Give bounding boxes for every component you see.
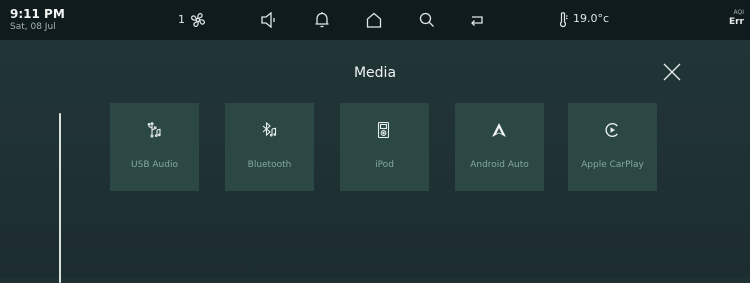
usb-audio-tile[interactable]: USB Audio: [110, 103, 199, 191]
apple-carplay-tile[interactable]: Apple CarPlay: [568, 103, 657, 191]
aqi-label: AQI: [733, 9, 745, 16]
page-title: Media: [353, 65, 397, 81]
back-icon[interactable]: [467, 10, 487, 30]
status-bar: 9:11 PM Sat, 08 Jul 1 19.0°c AQI Err: [0, 0, 750, 40]
android-auto-tile[interactable]: Android Auto: [455, 103, 544, 191]
usb-icon: [145, 121, 163, 139]
scrollbar[interactable]: [59, 113, 61, 283]
ipod-icon: [375, 121, 393, 139]
thermometer-icon: [553, 10, 573, 30]
carplay-icon: [603, 121, 621, 139]
close-icon[interactable]: [662, 62, 682, 82]
media-panel: Media USB Audio Bluetooth iPod Android A…: [0, 40, 750, 283]
home-icon[interactable]: [364, 10, 384, 30]
usb-audio-label: USB Audio: [131, 160, 178, 170]
fan-icon[interactable]: [188, 10, 208, 30]
fan-level: 1: [178, 13, 185, 26]
clock-time: 9:11 PM: [10, 7, 65, 21]
bluetooth-tile[interactable]: Bluetooth: [225, 103, 314, 191]
notification-bell-icon[interactable]: [312, 10, 332, 30]
ipod-tile[interactable]: iPod: [340, 103, 429, 191]
android-auto-icon: [490, 121, 508, 139]
ipod-label: iPod: [375, 160, 394, 170]
aqi-value: Err: [728, 17, 744, 27]
android-auto-label: Android Auto: [470, 160, 529, 170]
volume-icon[interactable]: [259, 10, 279, 30]
temperature-readout: 19.0°c: [573, 12, 610, 25]
clock-date: Sat, 08 Jul: [10, 22, 56, 32]
search-icon[interactable]: [417, 10, 437, 30]
apple-carplay-label: Apple CarPlay: [581, 160, 644, 170]
bluetooth-label: Bluetooth: [247, 160, 292, 170]
bluetooth-icon: [260, 121, 278, 139]
